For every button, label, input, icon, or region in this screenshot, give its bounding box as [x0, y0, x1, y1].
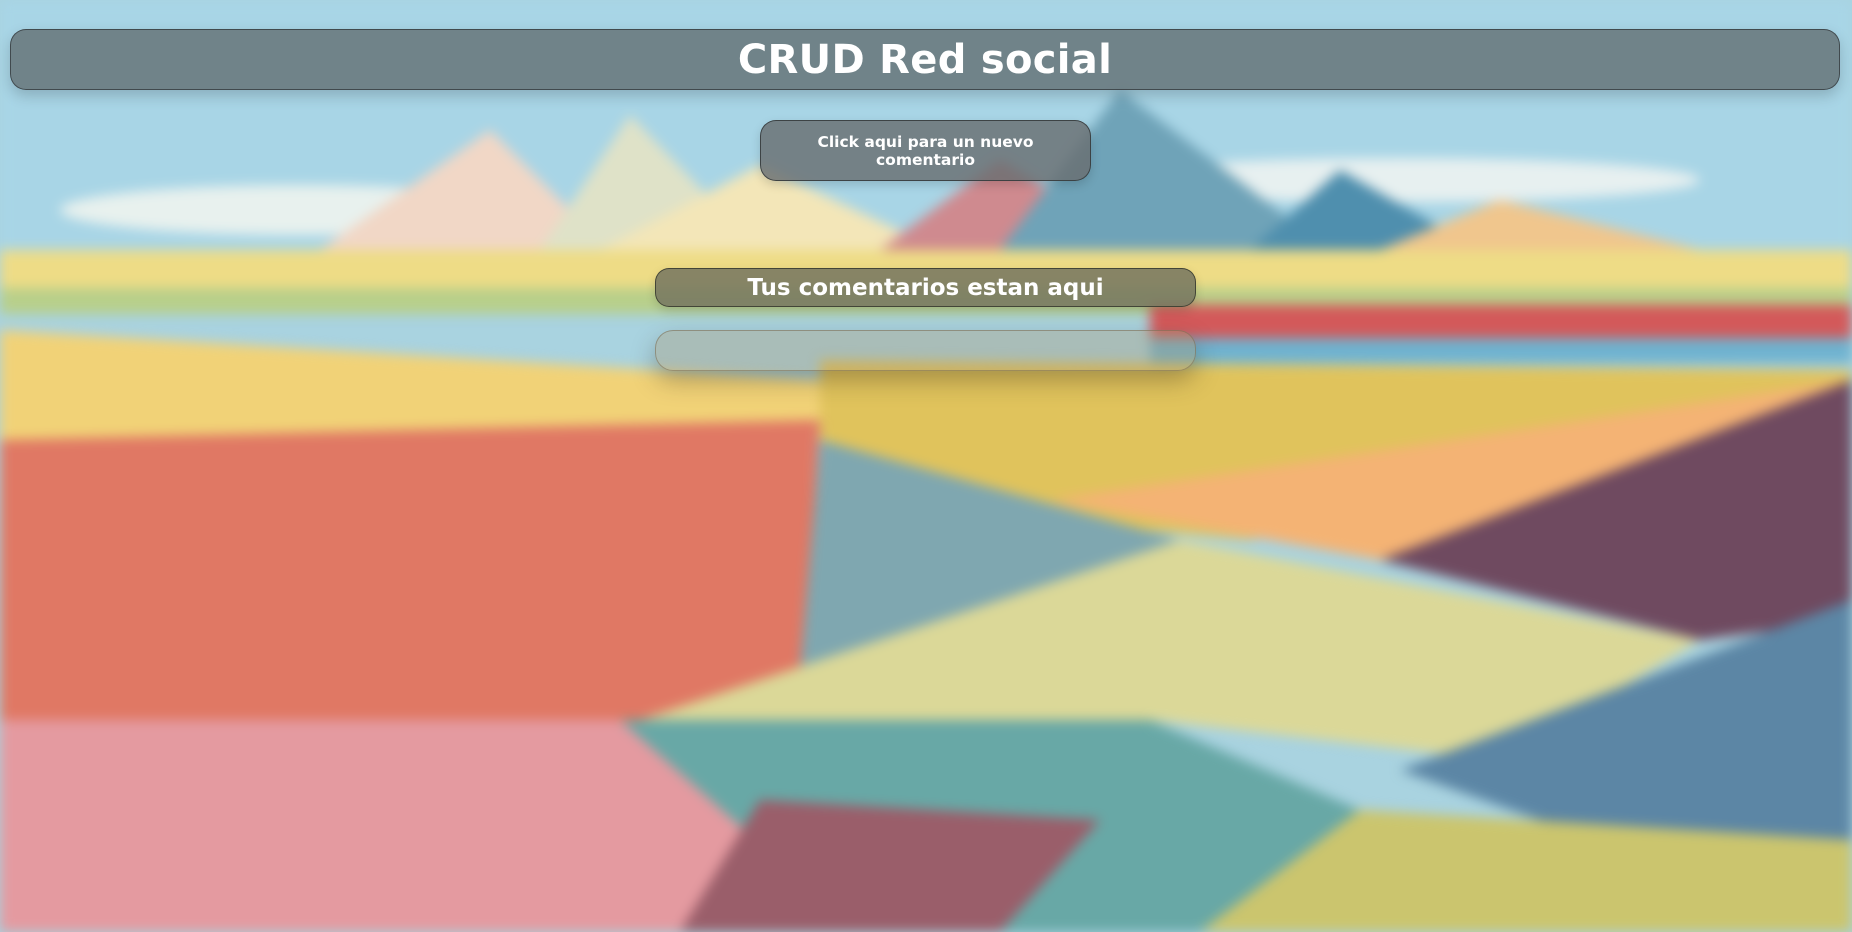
- app-title: CRUD Red social: [737, 36, 1113, 83]
- comments-list: [655, 330, 1196, 371]
- comments-section-title: Tus comentarios estan aqui: [747, 274, 1104, 301]
- new-comment-button[interactable]: Click aqui para un nuevo comentario: [760, 120, 1091, 181]
- comments-section-header: Tus comentarios estan aqui: [655, 268, 1196, 307]
- app-header: CRUD Red social: [10, 29, 1840, 90]
